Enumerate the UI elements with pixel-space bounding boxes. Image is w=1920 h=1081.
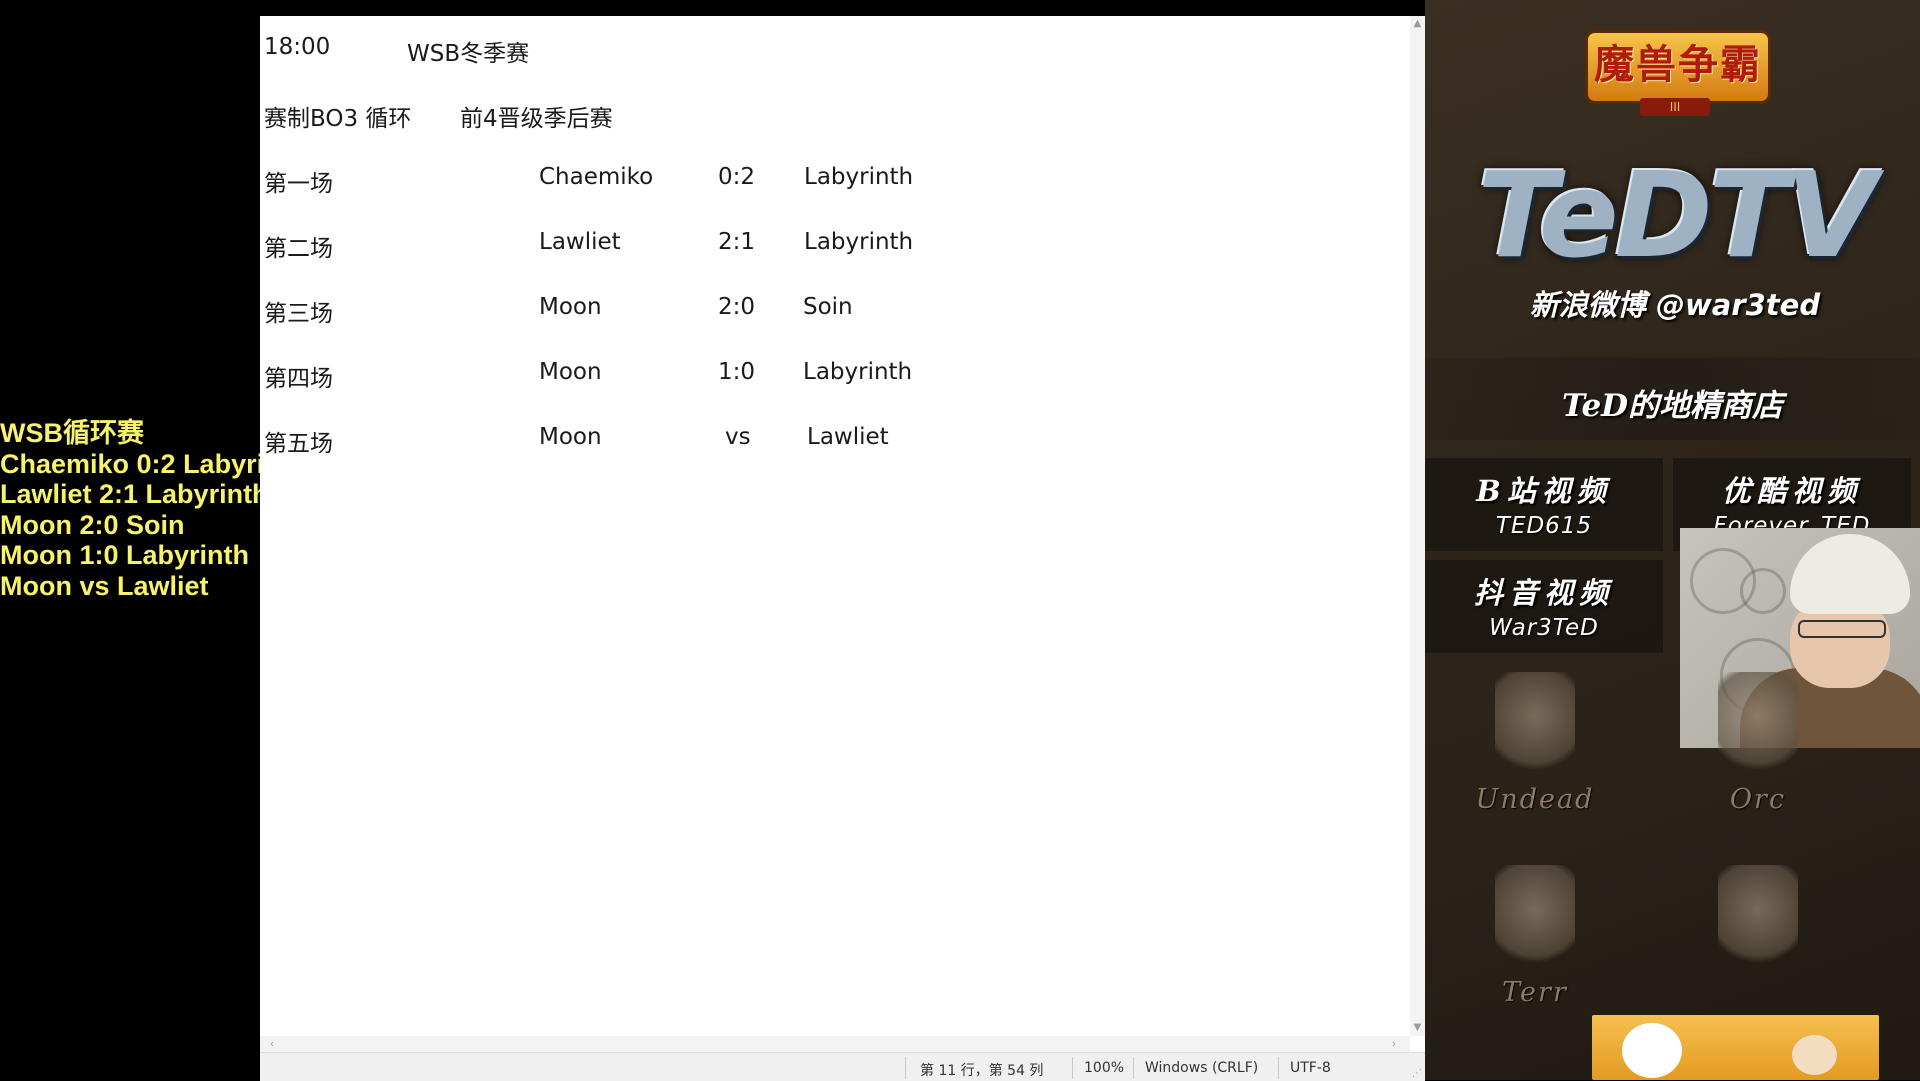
format-rule: 赛制BO3 循环 [264, 106, 412, 132]
shop-title: TeD的地精商店 [1561, 388, 1784, 424]
match-player2: Labyrinth [804, 229, 914, 255]
match-player2: Lawliet [807, 424, 889, 450]
playoff-rule: 前4晋级季后赛 [460, 106, 613, 132]
undead-label: Undead [1475, 784, 1595, 815]
match-score: 1:0 [718, 359, 756, 385]
overlay-result: Moon 2:0 Soin [0, 509, 185, 540]
encoding: UTF-8 [1290, 1060, 1331, 1076]
match-score: 0:2 [718, 164, 756, 190]
match-player2: Labyrinth [803, 359, 913, 385]
status-divider [1072, 1057, 1073, 1079]
glasses-icon [1798, 620, 1886, 638]
overlay-result: Lawliet 2:1 Labyrinth [0, 479, 269, 509]
header-line: 18:00 WSB冬季赛 [264, 34, 529, 67]
overlay-result: Chaemiko 0:2 Labyrinth [0, 448, 307, 479]
scroll-right-icon[interactable]: › [1386, 1036, 1402, 1052]
line-ending: Windows (CRLF) [1145, 1060, 1259, 1076]
streamer-hat [1790, 534, 1910, 614]
match-row: 第三场 Moon 2:0 Soin [264, 294, 853, 327]
match-overlay: WSB循环赛 Chaemiko 0:2 Labyrinth Lawliet 2:… [0, 418, 307, 601]
match-player2: Labyrinth [804, 164, 914, 190]
match-row: 第一场 Chaemiko 0:2 Labyrinth [264, 164, 913, 197]
undead-icon [1495, 672, 1575, 782]
match-score: vs [725, 424, 751, 450]
status-bar: 第 11 行，第 54 列 100% Windows (CRLF) UTF-8 … [260, 1052, 1425, 1081]
match-player1: Lawliet [539, 229, 621, 255]
format-line: 赛制BO3 循环 前4晋级季后赛 [264, 99, 613, 132]
status-divider [905, 1057, 906, 1079]
nightelf-icon [1718, 865, 1798, 975]
match-player1: Moon [539, 424, 602, 450]
scroll-up-icon[interactable]: ▲ [1410, 16, 1425, 32]
orc-crest: Orc [1693, 672, 1823, 822]
bilibili-id: TED615 [1495, 513, 1593, 539]
match-player1: Moon [539, 359, 602, 385]
match-round: 第五场 [264, 431, 333, 457]
weibo-handle: 新浪微博 @war3ted [1529, 288, 1821, 322]
match-player1: Chaemiko [539, 164, 654, 190]
human-label: Terr [1502, 977, 1568, 1008]
match-player2: Soin [803, 294, 853, 320]
warcraft-logo-text: 魔兽争霸 [1585, 30, 1771, 104]
event-name: WSB冬季赛 [407, 41, 530, 67]
undead-crest: Undead [1470, 672, 1600, 822]
orc-icon [1718, 672, 1798, 782]
text-editor[interactable]: 18:00 WSB冬季赛 赛制BO3 循环 前4晋级季后赛 第一场 Chaemi… [260, 16, 1410, 1036]
nightelf-crest [1693, 865, 1823, 1015]
notepad-window: 18:00 WSB冬季赛 赛制BO3 循环 前4晋级季后赛 第一场 Chaemi… [260, 16, 1425, 1081]
cartoon-face-icon [1792, 1035, 1837, 1075]
wallpaper-swirl [1740, 568, 1786, 614]
human-icon [1495, 865, 1575, 975]
bilibili-box: B站视频 TED615 [1425, 458, 1663, 551]
resize-grip-icon[interactable]: ⋰ [1412, 1068, 1422, 1079]
shop-banner: TeD的地精商店 [1425, 358, 1920, 440]
match-round: 第四场 [264, 366, 333, 392]
warcraft-logo: 魔兽争霸 III [1585, 20, 1771, 116]
stream-panel: 魔兽争霸 III TeDTV 新浪微博 @war3ted TeD的地精商店 B站… [1425, 0, 1920, 1080]
panda-icon [1622, 1023, 1682, 1078]
tedtv-logo: TeDTV [1477, 146, 1876, 284]
vertical-scrollbar[interactable]: ▲ ▼ [1410, 16, 1425, 1036]
overlay-result: Moon 1:0 Labyrinth [0, 540, 249, 570]
cursor-position: 第 11 行，第 54 列 [920, 1063, 1044, 1079]
scroll-left-icon[interactable]: ‹ [264, 1036, 280, 1052]
overlay-result: Moon vs Lawliet [0, 570, 209, 601]
match-round: 第三场 [264, 301, 333, 327]
match-score: 2:0 [718, 294, 756, 320]
time-text: 18:00 [264, 34, 331, 60]
douyin-box: 抖音视频 War3TeD [1425, 560, 1663, 653]
match-row: 第二场 Lawliet 2:1 Labyrinth [264, 229, 913, 262]
match-row: 第四场 Moon 1:0 Labyrinth [264, 359, 912, 392]
overlay-title: WSB循环赛 [0, 418, 144, 448]
horizontal-scrollbar[interactable]: ‹ › [260, 1036, 1410, 1052]
status-divider [1133, 1057, 1134, 1079]
zoom-level: 100% [1084, 1060, 1125, 1076]
orc-label: Orc [1729, 784, 1787, 815]
douyin-id: War3TeD [1489, 615, 1599, 641]
douyin-title: 抖音视频 [1473, 576, 1614, 610]
scroll-down-icon[interactable]: ▼ [1410, 1020, 1425, 1036]
youku-title: 优酷视频 [1721, 474, 1862, 508]
warcraft-logo-sub: III [1640, 98, 1710, 116]
bilibili-title: B站视频 [1476, 474, 1612, 508]
cartoon-banner [1592, 1015, 1879, 1080]
match-round: 第二场 [264, 236, 333, 262]
human-crest: Terr [1470, 865, 1600, 1015]
match-row: 第五场 Moon vs Lawliet [264, 424, 889, 457]
status-divider [1278, 1057, 1279, 1079]
match-score: 2:1 [718, 229, 756, 255]
match-player1: Moon [539, 294, 602, 320]
match-round: 第一场 [264, 171, 333, 197]
